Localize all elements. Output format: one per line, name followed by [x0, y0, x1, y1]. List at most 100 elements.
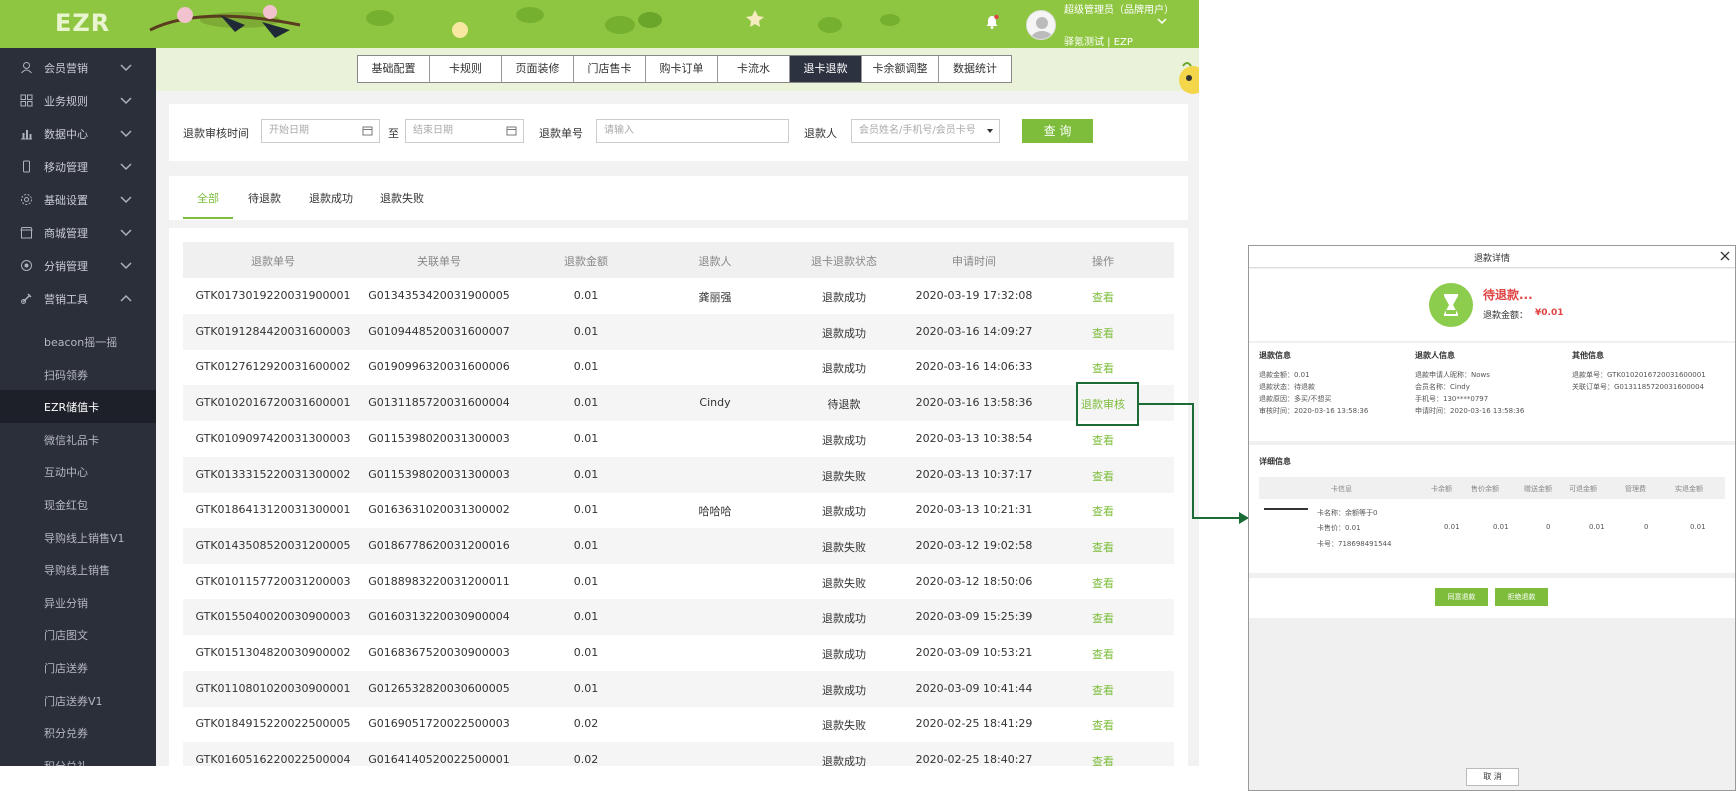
- close-icon[interactable]: [1720, 251, 1730, 261]
- sidebar-subitem[interactable]: 扫码领券: [0, 358, 156, 391]
- modal-status-section: 待退款... 退款金额： ¥0.01: [1249, 269, 1735, 341]
- module-tab[interactable]: 页面装修: [502, 56, 574, 82]
- card-thumbnail-line: [1264, 508, 1308, 510]
- sidebar-subitem[interactable]: 积分兑礼: [0, 749, 156, 766]
- table-cell: GTK0191284420031600003: [195, 324, 351, 338]
- approve-refund-button[interactable]: 同意退款: [1435, 588, 1488, 606]
- module-tab[interactable]: 卡余额调整: [862, 56, 939, 82]
- view-link[interactable]: 查看: [1023, 610, 1183, 626]
- active-tab-underline: [183, 217, 233, 219]
- sidebar-subitem[interactable]: 门店送券: [0, 651, 156, 684]
- view-link[interactable]: 查看: [1023, 753, 1183, 766]
- view-link[interactable]: 查看: [1023, 575, 1183, 591]
- column-header: 退卡退款状态: [811, 255, 877, 268]
- refund-no-input[interactable]: 请输入: [596, 119, 789, 143]
- sidebar-subitem[interactable]: 门店图文: [0, 618, 156, 651]
- refunder-select[interactable]: 会员姓名/手机号/会员卡号: [851, 119, 1000, 143]
- table-row: GTK0101157720031200003 G01889832200312000…: [183, 564, 1174, 600]
- avatar[interactable]: [1026, 10, 1056, 40]
- module-tab[interactable]: 卡流水: [718, 56, 790, 82]
- module-tab[interactable]: 购卡订单: [646, 56, 718, 82]
- table-row: GTK0151304820030900002 G01683675200309000…: [183, 635, 1174, 671]
- sidebar-subitem-label: 导购线上销售: [44, 564, 110, 578]
- status-tab-pending[interactable]: 待退款: [248, 190, 281, 206]
- calendar-icon: [506, 126, 517, 136]
- connector-arrow: [1139, 403, 1249, 524]
- refunder-info-line: 退款申请人昵称：Nows: [1415, 371, 1490, 379]
- user-name[interactable]: 超级管理员（品牌用户）: [1064, 4, 1174, 17]
- column-header: 退款单号: [251, 255, 295, 268]
- table-row: GTK0109097420031300003 G01153980200313000…: [183, 421, 1174, 457]
- table-cell: 0.01: [573, 467, 599, 481]
- sidebar-menu-item[interactable]: 商城管理: [0, 216, 156, 249]
- sidebar-subitem[interactable]: 互动中心: [0, 455, 156, 488]
- refund-amount-value: ¥0.01: [1535, 308, 1564, 318]
- mascot-icon: [1179, 62, 1199, 94]
- status-tab-success[interactable]: 退款成功: [309, 190, 353, 206]
- detail-value: 0.01: [1690, 523, 1706, 531]
- sidebar-menu-item[interactable]: 移动管理: [0, 150, 156, 183]
- sidebar-menu-item[interactable]: 会员营销: [0, 51, 156, 84]
- other-info-line: 退款单号：GTK0102016720031600001: [1572, 371, 1706, 379]
- sidebar-subitem[interactable]: 导购线上销售: [0, 553, 156, 586]
- reject-refund-button[interactable]: 拒绝退款: [1495, 588, 1548, 606]
- sidebar-subitem[interactable]: 门店送券V1: [0, 684, 156, 717]
- sidebar-subitem[interactable]: EZR储值卡: [0, 390, 156, 424]
- refunder-placeholder: 会员姓名/手机号/会员卡号: [859, 125, 976, 136]
- detail-value: 0: [1644, 523, 1649, 531]
- table-cell: G0163631020031300002: [368, 503, 510, 517]
- table-cell: 0.02: [573, 753, 599, 766]
- module-tab[interactable]: 退卡退款: [790, 56, 862, 82]
- table-cell: G0126532820030600005: [368, 681, 510, 695]
- detail-table-header: 卡信息 卡余额 售价余额 赠送金额 可退金额 管理费 实退金额: [1259, 477, 1725, 499]
- chevron-down-icon: [120, 97, 132, 105]
- view-link[interactable]: 查看: [1023, 289, 1183, 305]
- detail-col-actual: 实退金额: [1675, 485, 1703, 493]
- table-cell: 0.01: [573, 681, 599, 695]
- view-link[interactable]: 查看: [1023, 717, 1183, 733]
- chevron-down-icon[interactable]: [1156, 15, 1168, 27]
- sidebar-menu-item[interactable]: 营销工具: [0, 282, 156, 315]
- sidebar-menu-label: 商城管理: [44, 227, 88, 240]
- cancel-button[interactable]: 取 消: [1466, 768, 1519, 786]
- sidebar-subitem[interactable]: 现金红包: [0, 488, 156, 521]
- chevron-up-icon: [120, 294, 132, 302]
- view-link[interactable]: 查看: [1023, 682, 1183, 698]
- start-date-input[interactable]: 开始日期: [261, 119, 380, 143]
- sidebar-menu-item[interactable]: 分销管理: [0, 249, 156, 282]
- table-cell: 0.01: [573, 538, 599, 552]
- table-header: 退款单号 关联单号 退款金额 退款人 退卡退款状态 申请时间 操作: [183, 242, 1174, 278]
- module-tab[interactable]: 基础配置: [358, 56, 430, 82]
- view-link[interactable]: 查看: [1023, 646, 1183, 662]
- other-info-heading: 其他信息: [1572, 351, 1604, 360]
- table-cell: GTK0133315220031300002: [195, 467, 351, 481]
- status-tab-all[interactable]: 全部: [197, 190, 219, 206]
- query-button[interactable]: 查 询: [1022, 119, 1093, 143]
- sidebar-subitem[interactable]: 导购线上销售V1: [0, 521, 156, 554]
- calendar-icon: [362, 126, 373, 136]
- module-tab[interactable]: 卡规则: [430, 56, 502, 82]
- table-cell: G0190996320031600006: [368, 360, 510, 374]
- sidebar-menu-item[interactable]: 基础设置: [0, 183, 156, 216]
- sidebar-subitem[interactable]: 积分兑券: [0, 716, 156, 749]
- module-tab[interactable]: 数据统计: [939, 56, 1011, 82]
- modal-action-section: 同意退款 拒绝退款: [1249, 578, 1735, 618]
- status-tab-failed[interactable]: 退款失败: [380, 190, 424, 206]
- module-tab[interactable]: 门店售卡: [574, 56, 646, 82]
- sidebar-menu-item[interactable]: 业务规则: [0, 84, 156, 117]
- start-date-placeholder: 开始日期: [269, 125, 309, 136]
- sidebar-subitem[interactable]: 异业分销: [0, 586, 156, 619]
- view-link[interactable]: 查看: [1023, 360, 1183, 376]
- modal-info-section: 退款信息 退款金额：0.01 退款状态：待退款 退款原因：多买/不想买 审核时间…: [1249, 343, 1735, 441]
- table-cell: 0.02: [573, 717, 599, 731]
- sidebar-subitem[interactable]: 微信礼品卡: [0, 423, 156, 456]
- detail-col-balance: 卡余额: [1431, 485, 1452, 493]
- bell-icon[interactable]: [983, 13, 1001, 31]
- view-link[interactable]: 查看: [1023, 539, 1183, 555]
- sidebar-subitem[interactable]: beacon摇一摇: [0, 325, 156, 358]
- view-link[interactable]: 查看: [1023, 325, 1183, 341]
- table-row: GTK0184915220022500005 G01690517200225000…: [183, 706, 1174, 742]
- end-date-input[interactable]: 结束日期: [405, 119, 524, 143]
- top-bar: EZR 超级管理员（品牌用户） 驿氪测试 | EZP: [0, 0, 1199, 48]
- sidebar-menu-item[interactable]: 数据中心: [0, 117, 156, 150]
